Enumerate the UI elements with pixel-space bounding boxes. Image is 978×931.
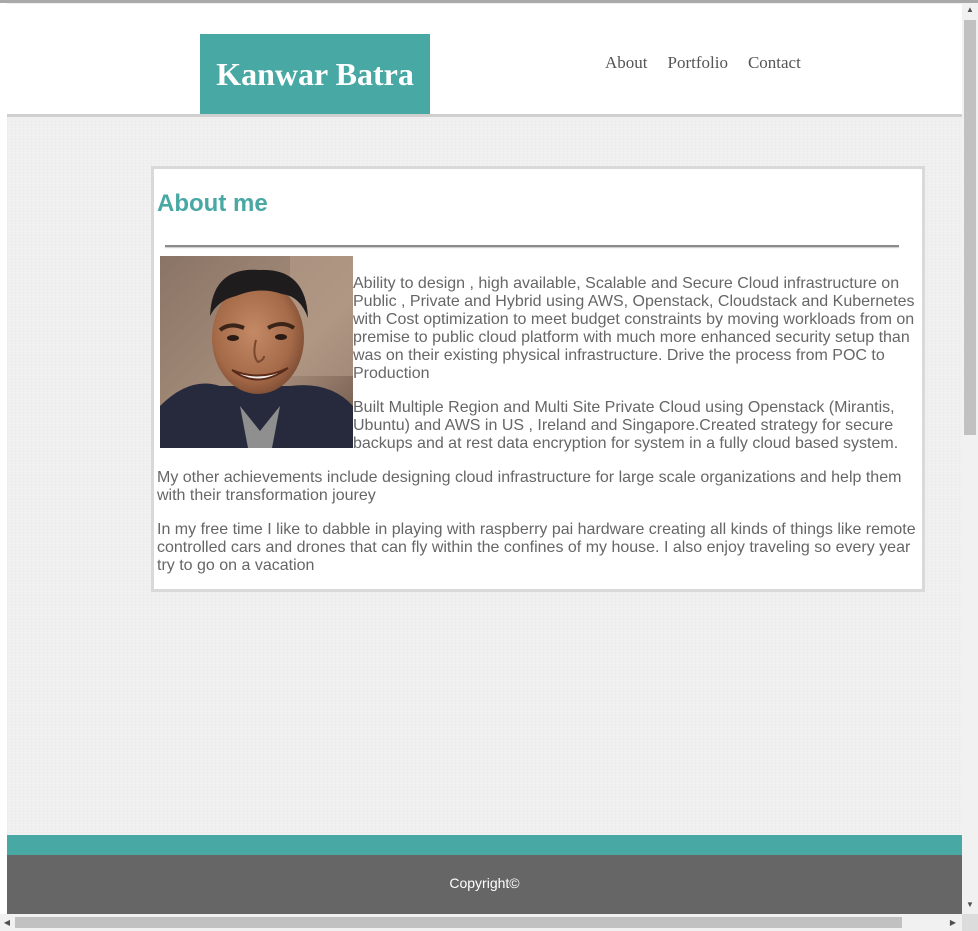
horizontal-scroll-thumb[interactable]: [15, 917, 902, 928]
vertical-scrollbar[interactable]: ▲ ▼: [962, 3, 978, 914]
about-paragraph: Built Multiple Region and Multi Site Pri…: [353, 399, 899, 452]
scroll-down-arrow-icon[interactable]: ▼: [962, 898, 978, 912]
horizontal-scrollbar[interactable]: ◀ ▶: [0, 914, 962, 931]
about-heading: About me: [157, 190, 268, 217]
main-nav: About Portfolio Contact: [605, 53, 821, 73]
about-panel: About me Ability to design , high availa…: [151, 166, 925, 592]
site-logo[interactable]: Kanwar Batra: [200, 34, 430, 114]
site-footer: Copyright©: [7, 855, 962, 914]
site-header: Kanwar Batra About Portfolio Contact: [7, 4, 962, 117]
footer-accent-bar: [7, 835, 962, 855]
about-paragraph: Ability to design , high available, Scal…: [353, 275, 915, 382]
profile-photo-image: [160, 256, 353, 448]
about-paragraph: My other achievements include designing …: [157, 469, 902, 504]
page-viewport: Kanwar Batra About Portfolio Contact About…: [7, 4, 962, 914]
nav-link-about[interactable]: About: [605, 53, 648, 72]
copyright-text: Copyright©: [449, 875, 520, 891]
vertical-scroll-thumb[interactable]: [964, 20, 976, 435]
scroll-left-arrow-icon[interactable]: ◀: [0, 914, 14, 931]
nav-link-contact[interactable]: Contact: [748, 53, 801, 72]
about-paragraph: In my free time I like to dabble in play…: [157, 521, 916, 574]
window-left-border: [0, 3, 7, 931]
section-divider: [165, 245, 899, 247]
profile-photo: [160, 256, 353, 448]
scrollbar-corner: [962, 914, 978, 931]
nav-link-portfolio[interactable]: Portfolio: [668, 53, 728, 72]
scroll-up-arrow-icon[interactable]: ▲: [962, 3, 978, 17]
window-top-border: [0, 0, 978, 3]
scroll-right-arrow-icon[interactable]: ▶: [946, 914, 960, 931]
